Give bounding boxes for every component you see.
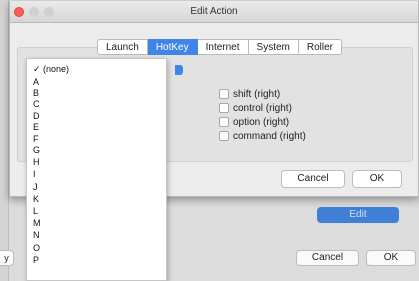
menu-item-e[interactable]: E (27, 121, 166, 133)
checkbox-label: command (right) (233, 131, 306, 142)
menu-item-h[interactable]: H (27, 156, 166, 168)
menu-item-i[interactable]: I (27, 168, 166, 180)
menu-item-k[interactable]: K (27, 193, 166, 205)
tab-internet[interactable]: Internet (197, 39, 249, 55)
checkbox-box[interactable] (219, 103, 229, 113)
parent-edit-button[interactable]: Edit (317, 207, 399, 223)
parent-cancel-button[interactable]: Cancel (296, 250, 359, 266)
key-popup-button-edge[interactable] (175, 65, 183, 75)
tab-bar: Launch HotKey Internet System Roller (97, 39, 342, 55)
checkbox-label: control (right) (233, 103, 292, 114)
ok-button[interactable]: OK (352, 170, 402, 188)
menu-item-g[interactable]: G (27, 144, 166, 156)
checkbox-box[interactable] (219, 131, 229, 141)
menu-item-c[interactable]: C (27, 98, 166, 110)
key-dropdown-menu: ✓ (none) A B C D E F G H I J K L M N O P (26, 58, 167, 281)
tab-system[interactable]: System (248, 39, 299, 55)
parent-window-edge (0, 0, 9, 281)
checkbox-label: option (right) (233, 117, 290, 128)
checkbox-label: shift (right) (233, 89, 281, 100)
menu-item-j[interactable]: J (27, 181, 166, 193)
menu-item-n[interactable]: N (27, 229, 166, 241)
tab-roller[interactable]: Roller (298, 39, 342, 55)
cancel-button[interactable]: Cancel (281, 170, 345, 188)
checkbox-box[interactable] (219, 89, 229, 99)
window-title: Edit Action (190, 6, 238, 17)
parent-left-button-fragment[interactable]: y (0, 250, 14, 266)
checkbox-box[interactable] (219, 117, 229, 127)
menu-item-m[interactable]: M (27, 217, 166, 229)
parent-ok-button[interactable]: OK (366, 250, 416, 266)
menu-item-o[interactable]: O (27, 242, 166, 254)
menu-item-none[interactable]: ✓ (none) (27, 63, 166, 75)
menu-item-p[interactable]: P (27, 254, 166, 266)
title-bar: Edit Action (10, 1, 418, 23)
tab-launch[interactable]: Launch (97, 39, 148, 55)
menu-item-l[interactable]: L (27, 205, 166, 217)
tab-hotkey[interactable]: HotKey (147, 39, 198, 55)
